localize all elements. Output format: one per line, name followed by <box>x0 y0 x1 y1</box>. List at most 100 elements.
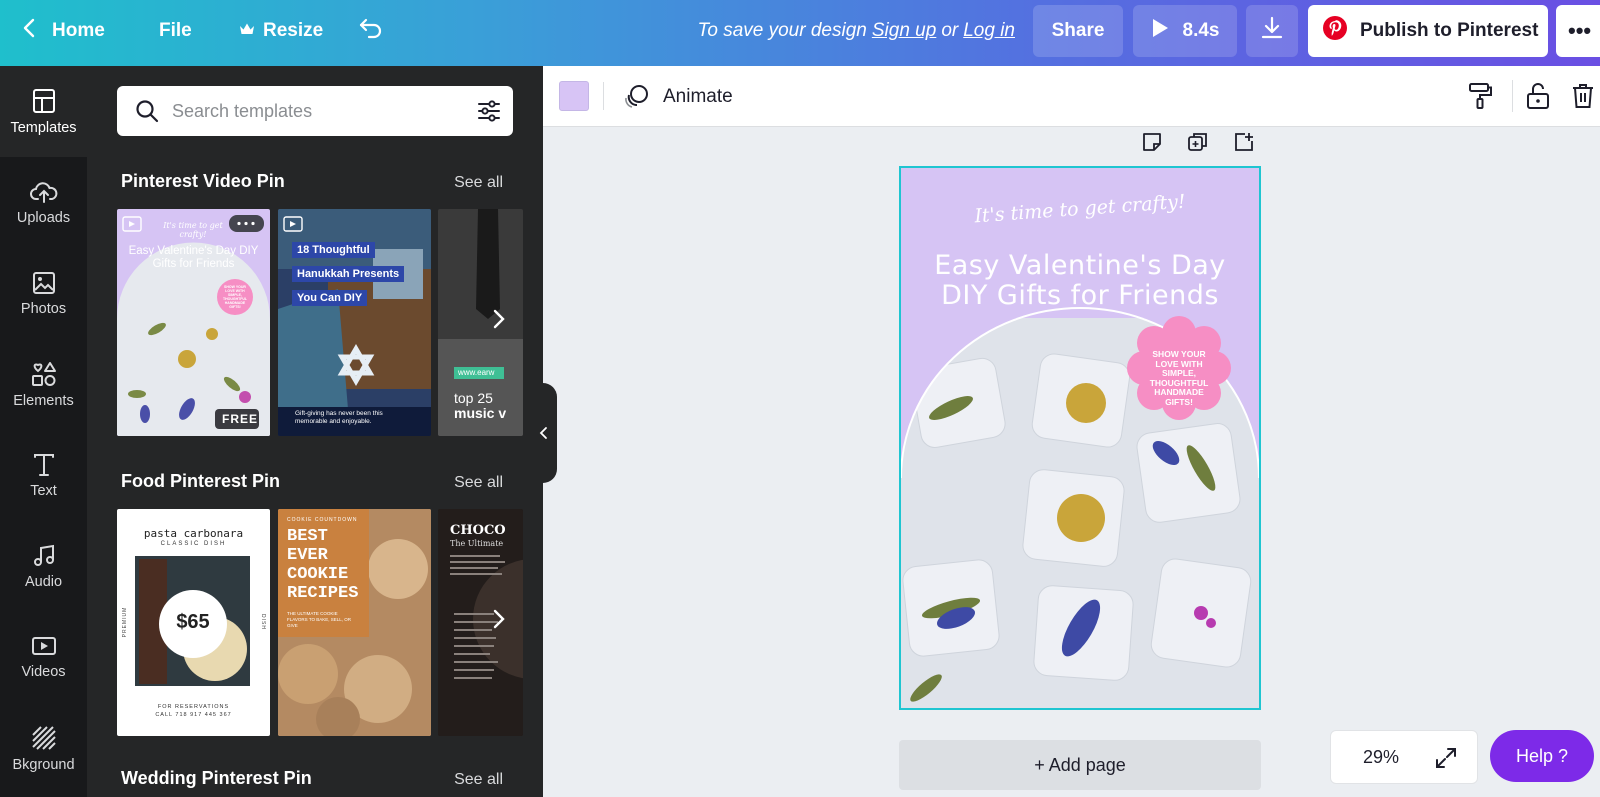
paint-roller-icon <box>1469 83 1492 109</box>
rail-item-audio[interactable]: Audio <box>0 521 87 612</box>
resize-button[interactable]: Resize <box>239 0 323 62</box>
rail-item-videos[interactable]: Videos <box>0 612 87 703</box>
rail-item-background[interactable]: Bkground <box>0 703 87 794</box>
note-icon <box>1143 133 1161 151</box>
share-label: Share <box>1051 20 1105 41</box>
carousel-next-video-pin[interactable] <box>487 307 511 331</box>
design-heading-line2[interactable]: DIY Gifts for Friends <box>901 280 1259 311</box>
publish-label: Publish to Pinterest <box>1360 20 1539 41</box>
fullscreen-expand-icon[interactable] <box>1435 747 1457 769</box>
help-label: Help ? <box>1515 745 1569 766</box>
template-pasta-price: $65 <box>176 611 210 633</box>
more-options-button[interactable]: ••• <box>1556 5 1600 57</box>
text-icon <box>33 453 54 476</box>
design-page[interactable]: It's time to get crafty! Easy Valentine'… <box>899 166 1261 710</box>
top-bar: Home File Resize To save your design Sig… <box>0 0 1600 66</box>
see-all-video-pin[interactable]: See all <box>454 174 503 192</box>
design-flower-text[interactable]: SHOW YOUR LOVE WITH SIMPLE, THOUGHTFUL H… <box>1145 349 1213 407</box>
background-pattern-icon <box>31 725 56 750</box>
template-hanukkah-line3: You Can DIY <box>292 290 368 306</box>
template-cookie-food-pin[interactable]: COOKIE COUNTDOWN BEST EVER COOKIE RECIPE… <box>278 509 431 736</box>
section-title-video-pin: Pinterest Video Pin <box>121 171 285 191</box>
free-badge: FREE <box>221 412 258 426</box>
sign-up-link[interactable]: Sign up <box>872 20 936 42</box>
rail-label-elements: Elements <box>13 392 74 409</box>
page-notes-button[interactable] <box>1141 131 1163 158</box>
rail-item-text[interactable]: Text <box>0 430 87 521</box>
rail-item-photos[interactable]: Photos <box>0 248 87 339</box>
download-button[interactable] <box>1246 5 1298 57</box>
rail-label-audio: Audio <box>24 573 63 590</box>
publish-to-pinterest-button[interactable]: Publish to Pinterest <box>1308 5 1548 57</box>
log-in-link[interactable]: Log in <box>963 20 1015 42</box>
save-prefix-text: To save your design <box>697 20 867 41</box>
share-button[interactable]: Share <box>1033 5 1123 57</box>
toolbar-divider <box>603 82 604 110</box>
side-nav-rail: Templates Uploads Photos Elements Text A… <box>0 66 87 797</box>
copy-style-button[interactable] <box>1468 82 1494 115</box>
template-cookie-sub: THE ULTIMATE COOKIE FLAVORS TO BAKE, SEL… <box>287 611 352 628</box>
rail-item-elements[interactable]: Elements <box>0 339 87 430</box>
animate-button[interactable]: Animate <box>623 66 733 127</box>
template-music-line2: music v <box>454 405 507 421</box>
trash-icon <box>1573 84 1593 108</box>
collapse-panel-handle[interactable] <box>531 383 557 483</box>
duplicate-page-button[interactable] <box>1187 131 1209 158</box>
add-page-icon-button[interactable] <box>1233 131 1255 158</box>
rail-label-uploads: Uploads <box>16 209 71 226</box>
add-page-label: + Add page <box>1034 754 1126 775</box>
play-button[interactable]: 8.4s <box>1133 5 1237 57</box>
chevron-left-icon <box>22 17 36 45</box>
rail-label-photos: Photos <box>20 300 67 317</box>
rail-label-background: Bkground <box>12 756 75 773</box>
see-all-wedding-pin[interactable]: See all <box>454 771 503 789</box>
video-icon <box>31 636 56 655</box>
template-valentine-preview <box>117 215 270 436</box>
template-pasta-food-pin[interactable]: pasta carbonara CLASSIC DISH $65 PREMIUM… <box>117 509 270 736</box>
template-valentine-heading: Easy Valentine's Day DIY Gifts for Frien… <box>128 245 259 270</box>
toolbar-divider-right <box>1512 80 1513 112</box>
template-pasta-footer2: CALL 718 917 445 367 <box>155 712 232 718</box>
download-icon <box>1261 16 1283 46</box>
music-icon <box>33 544 54 566</box>
pinterest-icon <box>1322 15 1348 47</box>
add-page-button[interactable]: + Add page <box>899 740 1261 790</box>
rail-label-text: Text <box>30 482 57 499</box>
rail-item-uploads[interactable]: Uploads <box>0 157 87 248</box>
rail-label-templates: Templates <box>10 119 77 136</box>
duplicate-icon <box>1188 133 1207 151</box>
file-menu-button[interactable]: File <box>159 0 192 62</box>
template-hanukkah-video-pin[interactable]: 18 Thoughtful Hanukkah Presents You Can … <box>278 209 431 436</box>
template-hanukkah-footer: Gift-giving has never been this memorabl… <box>295 410 383 425</box>
chevron-right-icon <box>493 609 505 629</box>
template-chocolate-title: CHOCO <box>450 523 506 538</box>
undo-icon <box>358 17 384 45</box>
design-photo <box>901 307 1259 708</box>
template-valentine-video-pin[interactable]: It's time to get crafty! Easy Valentine'… <box>117 209 270 436</box>
delete-button[interactable] <box>1571 82 1595 115</box>
undo-button[interactable] <box>358 0 384 62</box>
filter-sliders-icon[interactable] <box>477 99 501 123</box>
see-all-food-pin[interactable]: See all <box>454 474 503 492</box>
or-text: or <box>941 20 959 41</box>
help-button[interactable]: Help ? <box>1490 730 1594 782</box>
home-button[interactable]: Home <box>22 0 105 62</box>
animate-icon <box>625 84 648 108</box>
carousel-next-food-pin[interactable] <box>487 607 511 631</box>
animate-label: Animate <box>663 85 733 107</box>
crown-icon <box>239 20 255 42</box>
resize-label: Resize <box>263 20 324 41</box>
rail-item-templates[interactable]: Templates <box>0 66 87 157</box>
save-design-message: To save your design Sign up or Log in <box>698 0 1021 62</box>
chevron-left-icon <box>539 427 547 439</box>
search-box[interactable] <box>117 86 513 136</box>
template-hanukkah-line2: Hanukkah Presents <box>292 266 405 282</box>
template-pasta-side-right: DISH <box>260 614 266 630</box>
home-label: Home <box>52 20 105 41</box>
design-heading-line1[interactable]: Easy Valentine's Day <box>901 250 1259 281</box>
background-color-swatch[interactable] <box>559 81 589 111</box>
zoom-control[interactable]: 29% <box>1330 730 1478 784</box>
templates-panel: Pinterest Video Pin See all It's time to… <box>87 66 543 797</box>
search-input[interactable] <box>172 86 452 136</box>
lock-button[interactable] <box>1526 82 1550 115</box>
